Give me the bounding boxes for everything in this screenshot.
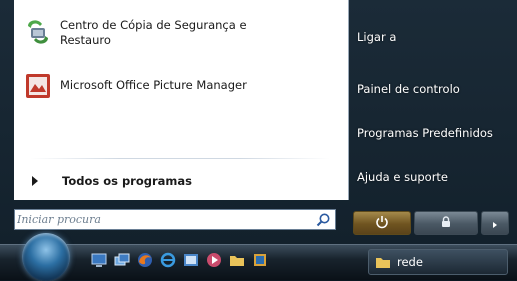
- start-menu: Centro de Cópia de Segurança e Restauro …: [0, 0, 517, 244]
- taskbar-task-rede[interactable]: rede: [368, 249, 508, 275]
- folder-icon: [375, 254, 391, 270]
- all-programs-button[interactable]: Todos os programas: [28, 170, 328, 192]
- arrow-right-icon: [491, 214, 499, 233]
- start-menu-left-pane: Centro de Cópia de Segurança e Restauro …: [14, 0, 349, 200]
- right-item-ligar[interactable]: Ligar a: [357, 30, 396, 44]
- all-programs-label: Todos os programas: [62, 174, 193, 188]
- program-label: Microsoft Office Picture Manager: [60, 78, 247, 92]
- lock-button[interactable]: [414, 211, 478, 235]
- program-item-picture-manager[interactable]: Microsoft Office Picture Manager: [22, 70, 340, 102]
- app-icon[interactable]: [251, 251, 269, 269]
- search-icon[interactable]: [315, 212, 331, 228]
- power-options-button[interactable]: [481, 211, 509, 235]
- power-icon: [375, 214, 389, 233]
- search-input[interactable]: [17, 212, 307, 227]
- program-item-backup-restore[interactable]: Centro de Cópia de Segurança e Restauro: [22, 16, 340, 48]
- right-arrow-icon: [32, 176, 38, 186]
- taskbar: rede: [0, 233, 517, 281]
- folder-icon[interactable]: [228, 251, 246, 269]
- power-button[interactable]: [353, 211, 411, 235]
- quick-launch: [90, 251, 274, 269]
- program-label: Centro de Cópia de Segurança e Restauro: [60, 18, 247, 47]
- right-item-programas-predefinidos[interactable]: Programas Predefinidos: [357, 126, 493, 140]
- right-item-painel-controlo[interactable]: Painel de controlo: [357, 82, 460, 96]
- windows-orb-icon[interactable]: [22, 233, 70, 281]
- power-controls: [353, 211, 509, 235]
- right-item-ajuda-suporte[interactable]: Ajuda e suporte: [357, 170, 448, 184]
- separator: [30, 158, 330, 159]
- switch-windows-icon[interactable]: [113, 251, 131, 269]
- firefox-icon[interactable]: [136, 251, 154, 269]
- task-label: rede: [397, 255, 423, 269]
- lock-icon: [439, 214, 453, 233]
- show-desktop-icon[interactable]: [90, 251, 108, 269]
- internet-explorer-icon[interactable]: [159, 251, 177, 269]
- search-box[interactable]: [14, 209, 336, 230]
- explorer-icon[interactable]: [182, 251, 200, 269]
- media-icon[interactable]: [205, 251, 223, 269]
- backup-restore-icon: [22, 16, 54, 48]
- picture-manager-icon: [22, 70, 54, 102]
